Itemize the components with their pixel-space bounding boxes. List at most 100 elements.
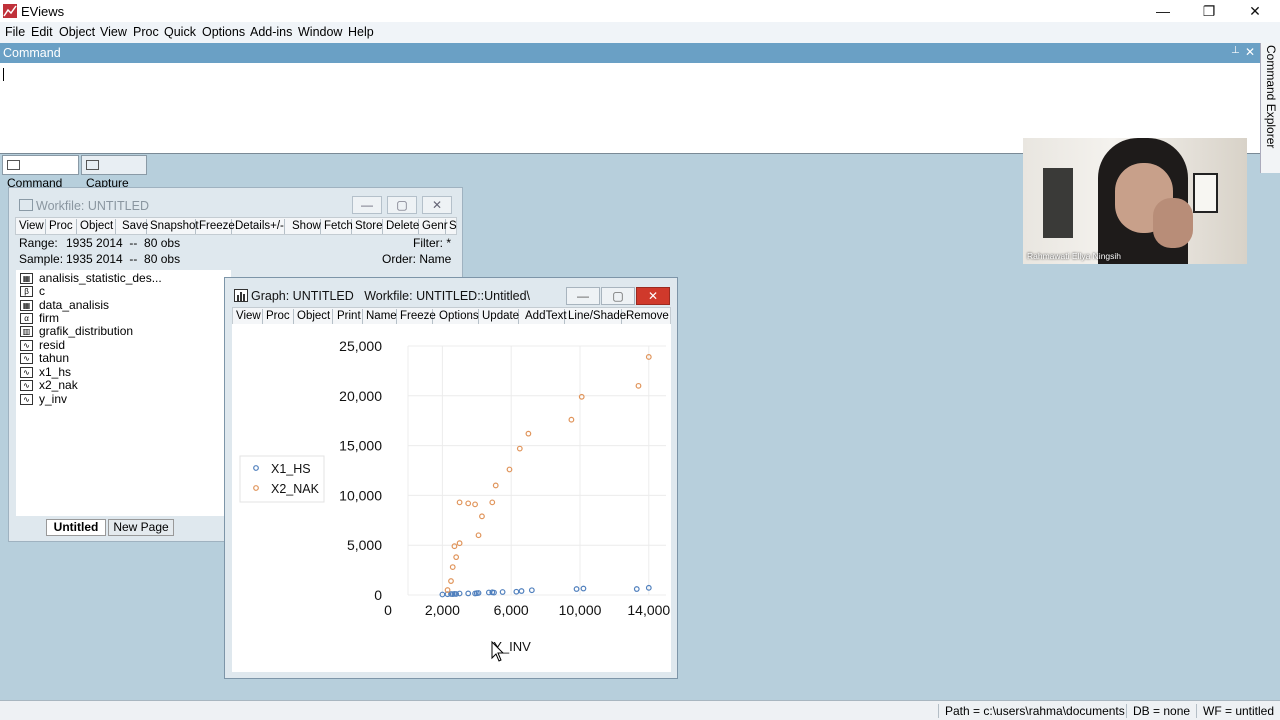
eviews-logo-icon	[3, 4, 17, 18]
graph-view-button[interactable]: View	[234, 309, 263, 324]
command-tab-icon	[7, 160, 20, 170]
x-tick-label: 0	[384, 602, 392, 618]
background-art	[1043, 168, 1073, 238]
status-bar: Path = c:\users\rahma\documents DB = non…	[0, 700, 1280, 720]
workfile-show-button[interactable]: Show	[290, 219, 321, 234]
graph-remove-button[interactable]: Remove	[624, 309, 669, 324]
window-maximize-button[interactable]: ❐	[1186, 0, 1232, 22]
graph-proc-button[interactable]: Proc	[264, 309, 294, 324]
y-tick-label: 15,000	[339, 438, 382, 454]
tab-untitled[interactable]: Untitled	[46, 519, 106, 536]
graph-options-button[interactable]: Options	[437, 309, 479, 324]
series-icon: ∿	[20, 340, 33, 351]
object-name: tahun	[39, 351, 70, 365]
graph-maximize-button[interactable]: ▢	[601, 287, 635, 305]
graph-window-icon	[234, 289, 248, 302]
filter-label[interactable]: Filter: *	[413, 236, 451, 250]
order-label[interactable]: Order: Name	[382, 252, 451, 266]
table-icon: ▦	[20, 300, 33, 311]
data-point-x1-hs	[633, 586, 640, 592]
workfile-object-button[interactable]: Object	[78, 219, 116, 234]
data-point-x2-nak	[453, 554, 460, 561]
workfile-snapshot-button[interactable]: Snapshot	[148, 219, 199, 234]
workfile-save-button[interactable]: Save	[120, 219, 148, 234]
graph-freeze-button[interactable]: Freeze	[398, 309, 436, 324]
workfile-fetch-button[interactable]: Fetch	[322, 219, 353, 234]
graph-plot-area[interactable]: 0 5,000 10,000 15,000 20,000 25,000 0 2,000 6,00…	[232, 324, 671, 672]
x-tick-label: 10,000	[559, 602, 602, 618]
workfile-details-button[interactable]: Details+/-	[233, 219, 285, 234]
range-label: Range:	[19, 236, 58, 250]
command-explorer-side-tab[interactable]: Command Explorer	[1260, 43, 1280, 173]
tab-command[interactable]: Command	[2, 155, 79, 190]
graph-print-button[interactable]: Print	[335, 309, 363, 324]
menu-object[interactable]: Object	[59, 25, 95, 39]
participant-name: Rahmawati Ellya Ningsih	[1027, 251, 1122, 261]
series-icon: ∿	[20, 353, 33, 364]
data-point-x1-hs	[573, 586, 580, 592]
workfile-store-button[interactable]: Store	[353, 219, 383, 234]
y-tick-label: 5,000	[347, 537, 382, 553]
workfile-freeze-button[interactable]: Freeze	[197, 219, 235, 234]
x-tick-label: 2,000	[425, 602, 460, 618]
menu-add-ins[interactable]: Add-ins	[250, 25, 292, 39]
coef-icon: β	[20, 286, 33, 297]
graph-line-shade-button[interactable]: Line/Shade	[566, 309, 626, 324]
series-icon: ∿	[20, 367, 33, 378]
graph-name-button[interactable]: Name	[364, 309, 397, 324]
pin-icon[interactable]: ⊥	[1231, 45, 1240, 56]
workfile-sample-button[interactable]: Sa	[447, 219, 457, 234]
range-value[interactable]: 1935 2014 -- 80 obs	[66, 236, 180, 250]
tab-new-page[interactable]: New Page	[108, 519, 174, 536]
series-icon: ∿	[20, 380, 33, 391]
graph-object-button[interactable]: Object	[295, 309, 333, 324]
graph-window: Graph: UNTITLED Workfile: UNTITLED::Unti…	[224, 277, 678, 679]
menu-file[interactable]: File	[5, 25, 25, 39]
capture-tab-icon	[86, 160, 99, 170]
menu-options[interactable]: Options	[202, 25, 245, 39]
sample-value[interactable]: 1935 2014 -- 80 obs	[66, 252, 180, 266]
workfile-title: Workfile: UNTITLED	[36, 199, 149, 213]
menu-edit[interactable]: Edit	[31, 25, 53, 39]
workfile-close-button[interactable]: ✕	[422, 196, 452, 214]
menu-view[interactable]: View	[100, 25, 127, 39]
data-point-x2-nak	[492, 482, 499, 489]
graph-update-button[interactable]: Update	[480, 309, 519, 324]
workfile-maximize-button[interactable]: ▢	[387, 196, 417, 214]
workfile-title-bar[interactable]: Workfile: UNTITLED — ▢ ✕	[9, 188, 462, 218]
workfile-minimize-button[interactable]: —	[352, 196, 382, 214]
window-close-button[interactable]: ✕	[1232, 0, 1278, 22]
data-point-x1-hs	[528, 587, 535, 594]
workfile-delete-button[interactable]: Delete	[384, 219, 419, 234]
command-close-button[interactable]: ✕	[1245, 45, 1255, 59]
object-name: c	[39, 284, 45, 298]
data-point-x2-nak	[449, 564, 456, 571]
graph-addtext-button[interactable]: AddText	[523, 309, 567, 324]
data-point-x2-nak	[479, 513, 485, 520]
object-name: x1_hs	[39, 365, 72, 379]
graph-minimize-button[interactable]: —	[566, 287, 600, 305]
tab-capture[interactable]: Capture	[81, 155, 147, 190]
data-point-x2-nak	[472, 501, 478, 508]
workfile-proc-button[interactable]: Proc	[47, 219, 77, 234]
data-point-x2-nak	[465, 500, 472, 507]
workfile-view-button[interactable]: View	[17, 219, 46, 234]
status-wf: WF = untitled	[1196, 704, 1274, 718]
app-title: EViews	[21, 4, 65, 19]
window-minimize-button[interactable]: —	[1140, 0, 1186, 22]
menu-window[interactable]: Window	[298, 25, 342, 39]
sample-label: Sample:	[19, 252, 64, 266]
object-name: grafik_distribution	[39, 324, 134, 338]
y-tick-label: 10,000	[339, 487, 382, 503]
workfile-object-list: ▦ analisis_statistic_des... βc ▦ data_anal…	[16, 270, 231, 516]
menu-quick[interactable]: Quick	[164, 25, 196, 39]
table-icon: ▦	[20, 273, 33, 284]
workfile-genr-button[interactable]: Genr	[420, 219, 448, 234]
data-point-x2-nak	[516, 445, 523, 452]
menu-help[interactable]: Help	[348, 25, 374, 39]
data-point-x1-hs	[513, 588, 520, 595]
graph-toolbar: View Proc Object Print Name Freeze Optio…	[232, 307, 671, 325]
graph-close-button[interactable]: ✕	[636, 287, 670, 305]
workfile-page-tabs: Untitled New Page	[16, 516, 231, 538]
menu-proc[interactable]: Proc	[133, 25, 159, 39]
